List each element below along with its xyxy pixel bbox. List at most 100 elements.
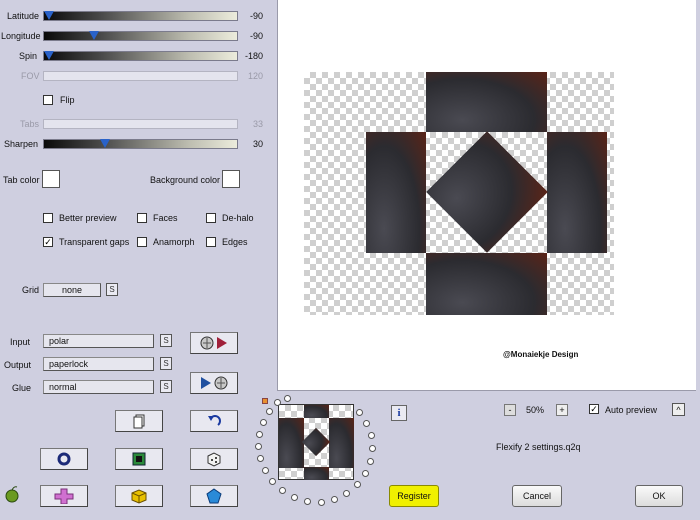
nav-tile-top [304, 405, 329, 418]
navigator-dot[interactable] [363, 420, 370, 427]
spin-thumb[interactable] [44, 51, 54, 60]
zoom-value: 50% [526, 405, 545, 415]
better-preview-label: Better preview [59, 213, 117, 223]
tab-color-label: Tab color [3, 175, 40, 185]
undo-button[interactable] [190, 410, 238, 432]
cross-button[interactable] [40, 485, 88, 507]
output-dropdown[interactable]: paperlock [43, 357, 154, 371]
sharpen-value: 30 [252, 139, 263, 149]
check-mark: ✓ [44, 237, 52, 247]
nav-tile-bottom [304, 467, 329, 480]
preview-image [304, 72, 614, 315]
glue-label: Glue [12, 383, 32, 393]
longitude-slider[interactable] [43, 31, 238, 41]
background-color-swatch[interactable] [222, 170, 240, 188]
latitude-value: -90 [249, 11, 263, 21]
latitude-slider[interactable] [43, 11, 238, 21]
check-mark: ✓ [590, 404, 598, 414]
random-button[interactable] [190, 448, 238, 470]
navigator-dot[interactable] [354, 481, 361, 488]
tabs-value: 33 [252, 119, 263, 129]
faces-checkbox[interactable] [137, 213, 147, 223]
spin-slider[interactable] [43, 51, 238, 61]
register-button[interactable]: Register [389, 485, 439, 507]
de-halo-label: De-halo [222, 213, 254, 223]
glue-dropdown[interactable]: normal [43, 380, 154, 394]
navigator-dot[interactable] [260, 419, 267, 426]
navigator-dot[interactable] [368, 432, 375, 439]
navigator-dot[interactable] [356, 409, 363, 416]
frame-button[interactable] [115, 448, 163, 470]
grid-label: Grid [22, 285, 40, 295]
navigator-dot[interactable] [367, 458, 374, 465]
left-tile [366, 132, 426, 253]
nav-diamond [301, 427, 331, 457]
output-s-button[interactable]: S [160, 357, 172, 370]
navigator-dot[interactable] [304, 498, 311, 505]
cube-button[interactable] [115, 485, 163, 507]
glue-s-button[interactable]: S [160, 380, 172, 393]
longitude-value: -90 [249, 31, 263, 41]
navigator-dot[interactable] [284, 395, 291, 402]
spin-value: -180 [244, 51, 263, 61]
input-dropdown[interactable]: polar [43, 334, 154, 348]
apple-logo [3, 485, 21, 503]
info-button[interactable]: i [391, 405, 407, 421]
ring-button[interactable] [40, 448, 88, 470]
navigator-dot[interactable] [362, 470, 369, 477]
navigator-dot[interactable] [269, 478, 276, 485]
longitude-thumb[interactable] [89, 31, 99, 40]
navigator-dot[interactable] [279, 487, 286, 494]
de-halo-checkbox[interactable] [206, 213, 216, 223]
navigator-dot[interactable] [257, 455, 264, 462]
fov-slider [43, 71, 238, 81]
output-label: Output [4, 360, 32, 370]
pink-cross-icon [54, 488, 74, 504]
fov-value: 120 [247, 71, 263, 81]
edges-label: Edges [222, 237, 248, 247]
anamorph-label: Anamorph [153, 237, 195, 247]
input-s-button[interactable]: S [160, 334, 172, 347]
pentagon-button[interactable] [190, 485, 238, 507]
navigator-dot[interactable] [291, 494, 298, 501]
navigator-dot[interactable] [274, 399, 281, 406]
navigator-dot[interactable] [255, 443, 262, 450]
transparent-gaps-checkbox[interactable]: ✓ [43, 237, 53, 247]
top-tile [426, 72, 547, 132]
navigator-dot[interactable] [343, 490, 350, 497]
zoom-out-button[interactable]: - [504, 404, 516, 416]
auto-preview-label: Auto preview [605, 405, 658, 415]
navigator-dot[interactable] [331, 496, 338, 503]
navigator-dot[interactable] [256, 431, 263, 438]
background-color-label: Background color [150, 175, 221, 185]
tab-color-swatch[interactable] [42, 170, 60, 188]
grid-dropdown[interactable]: none [43, 283, 101, 297]
navigator-handle[interactable] [262, 398, 268, 404]
ok-button[interactable]: OK [635, 485, 683, 507]
copy-pages-icon [133, 414, 145, 429]
cancel-button[interactable]: Cancel [512, 485, 562, 507]
edges-checkbox[interactable] [206, 237, 216, 247]
fov-label: FOV [21, 71, 40, 81]
navigator-dot[interactable] [266, 408, 273, 415]
sharpen-thumb[interactable] [100, 139, 110, 148]
navigator-dot[interactable] [318, 499, 325, 506]
tabs-slider [43, 119, 238, 129]
navigator-dot[interactable] [262, 467, 269, 474]
zoom-in-button[interactable]: + [556, 404, 568, 416]
grid-s-button[interactable]: S [106, 283, 118, 296]
better-preview-checkbox[interactable] [43, 213, 53, 223]
swap-input-output-button[interactable] [190, 332, 238, 354]
preview-canvas[interactable]: @Monaiekje Design [277, 0, 696, 391]
flip-checkbox[interactable] [43, 95, 53, 105]
navigator-thumbnail[interactable] [278, 404, 354, 480]
latitude-thumb[interactable] [44, 11, 54, 20]
copy-button[interactable] [115, 410, 163, 432]
auto-preview-toggle[interactable]: ^ [672, 403, 685, 416]
auto-preview-checkbox[interactable]: ✓ [589, 404, 599, 414]
navigator-dot[interactable] [369, 445, 376, 452]
anamorph-checkbox[interactable] [137, 237, 147, 247]
ring-icon [57, 452, 71, 466]
sharpen-slider[interactable] [43, 139, 238, 149]
swap-output-input-button[interactable] [190, 372, 238, 394]
